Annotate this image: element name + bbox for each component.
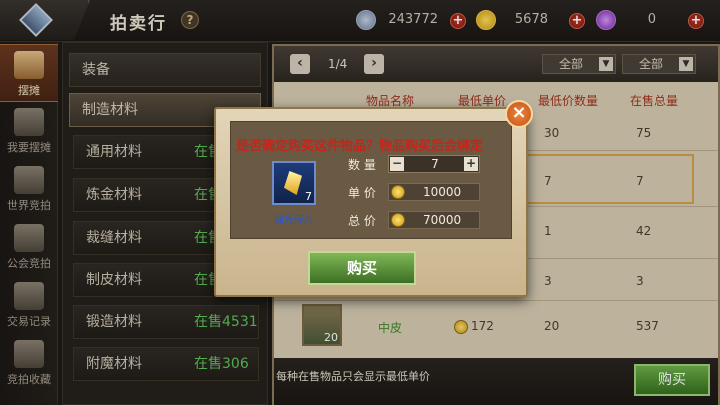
gold-coin-icon <box>391 213 405 227</box>
item-quantity: 7 <box>305 190 312 203</box>
item-name: 强光碎片 <box>274 215 314 226</box>
unit-price-value: 10000 <box>423 185 462 199</box>
total-price-value: 70000 <box>423 213 462 227</box>
close-button[interactable]: × <box>505 100 533 128</box>
quantity-value[interactable]: 7 <box>419 157 451 171</box>
crystal-shard-icon <box>284 171 302 195</box>
quantity-stepper: − 7 + <box>388 155 480 173</box>
unit-price-field: 10000 <box>388 183 480 201</box>
increase-button[interactable]: + <box>464 157 478 171</box>
decrease-button[interactable]: − <box>390 157 404 171</box>
total-price-label: 总 价 <box>348 214 376 228</box>
gold-coin-icon <box>391 185 405 199</box>
purchase-confirm-dialog: 是否确定购买这件物品？物品购买后会绑定 × 7 强光碎片 数 量 − 7 + 单… <box>214 100 533 297</box>
item-icon: 7 <box>272 161 316 205</box>
quantity-label: 数 量 <box>348 158 376 172</box>
auction-house-screen: 拍卖行 ? 243772 + 5678 + 0 + 摆摊 我要摆摊 世界竞拍 公… <box>0 0 720 405</box>
confirm-buy-button[interactable]: 购买 <box>308 251 416 285</box>
confirm-question: 是否确定购买这件物品？物品购买后会绑定 <box>236 139 484 154</box>
unit-price-label: 单 价 <box>348 186 376 200</box>
total-price-field: 70000 <box>388 211 480 229</box>
